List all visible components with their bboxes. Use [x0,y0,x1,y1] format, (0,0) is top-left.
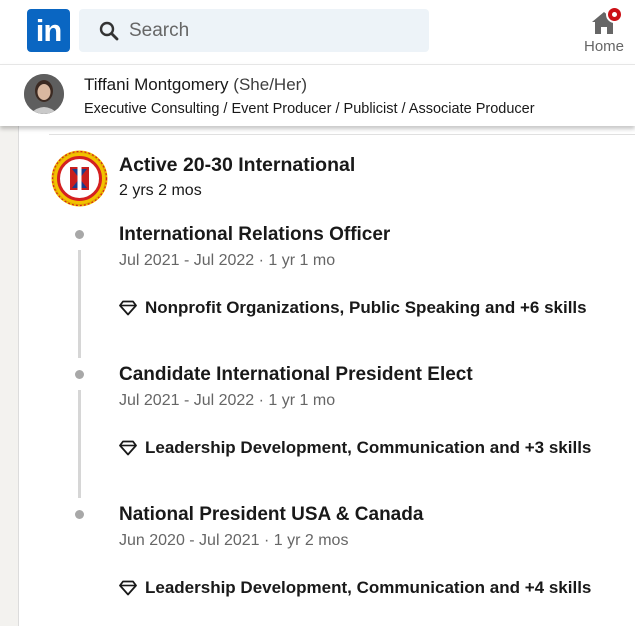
timeline-dot [75,510,84,519]
search-bar[interactable]: Search [79,9,429,52]
divider [49,134,635,135]
organization-duration: 2 yrs 2 mos [119,182,202,199]
role-dates: Jun 2020 - Jul 2021 · 1 yr 2 mos [119,532,349,549]
organization-name[interactable]: Active 20-30 International [119,154,355,177]
avatar-photo [24,74,64,114]
skills-text: Leadership Development, Communication an… [145,578,592,597]
profile-name-line: Tiffani Montgomery (She/Her) [84,75,307,95]
home-nav-item[interactable]: Home [578,6,634,58]
skills-diamond-icon [119,300,137,316]
experience-card: Active 20-30 International 2 yrs 2 mos I… [18,126,635,626]
skills-diamond-icon [119,580,137,596]
role-skills[interactable]: Leadership Development, Communication an… [119,437,591,459]
skills-text: Nonprofit Organizations, Public Speaking… [145,298,587,317]
timeline-line [78,250,81,358]
profile-header: Tiffani Montgomery (She/Her) Executive C… [0,64,635,126]
profile-pronouns: (She/Her) [233,75,307,94]
role-skills[interactable]: Nonprofit Organizations, Public Speaking… [119,297,587,319]
role-title[interactable]: National President USA & Canada [119,504,423,526]
timeline-dot [75,370,84,379]
skills-diamond-icon [119,440,137,456]
profile-headline: Executive Consulting / Event Producer / … [84,101,535,117]
home-label: Home [584,38,625,55]
profile-name[interactable]: Tiffani Montgomery [84,75,229,94]
linkedin-logo[interactable]: in [27,9,70,52]
timeline-dot [75,230,84,239]
role-title[interactable]: Candidate International President Elect [119,364,473,386]
avatar[interactable] [24,74,64,114]
timeline-line [78,390,81,498]
notification-badge-icon [606,6,623,23]
search-icon [99,21,119,41]
skills-text: Leadership Development, Communication an… [145,438,592,457]
search-input[interactable]: Search [129,20,189,42]
organization-logo[interactable] [51,150,108,207]
role-skills[interactable]: Leadership Development, Communication an… [119,577,591,599]
role-dates: Jul 2021 - Jul 2022 · 1 yr 1 mo [119,392,336,409]
global-nav: in Search Home [0,0,635,64]
role-title[interactable]: International Relations Officer [119,224,390,246]
role-dates: Jul 2021 - Jul 2022 · 1 yr 1 mo [119,252,336,269]
